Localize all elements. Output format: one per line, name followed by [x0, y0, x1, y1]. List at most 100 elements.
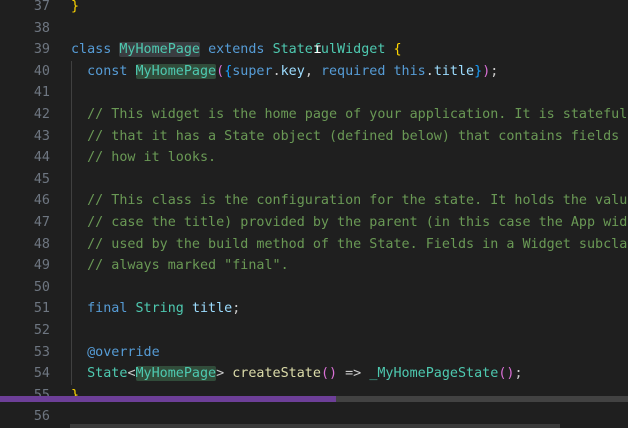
code-line[interactable]: 47 // case the title) provided by the pa… — [0, 212, 628, 234]
code-text: @override — [71, 342, 160, 364]
code-token: required — [320, 63, 394, 79]
horizontal-scrollbar[interactable] — [0, 396, 628, 402]
line-number: 44 — [33, 150, 50, 166]
code-text: final String title; — [71, 298, 240, 320]
code-text: // used by the build method of the State… — [71, 234, 628, 256]
code-token: super — [232, 63, 273, 79]
code-token: final — [87, 301, 136, 317]
line-number: 46 — [33, 193, 50, 209]
code-token: const — [87, 63, 136, 79]
code-text: // always marked "final". — [71, 255, 289, 277]
code-token: // used by the build method of the State… — [71, 236, 628, 252]
code-token: ; — [490, 63, 499, 79]
code-token: } — [474, 63, 483, 79]
code-line[interactable]: 48 // used by the build method of the St… — [0, 234, 628, 256]
line-number: 50 — [33, 279, 50, 295]
code-token: key — [280, 63, 305, 79]
line-number: 53 — [33, 344, 50, 360]
line-number: 56 — [33, 409, 50, 425]
code-line[interactable]: 37} — [0, 0, 628, 18]
code-line[interactable]: 53 @override — [0, 342, 628, 364]
code-text: // how it looks. — [71, 147, 216, 169]
code-token: , — [304, 63, 321, 79]
code-line[interactable]: 42 // This widget is the home page of yo… — [0, 104, 628, 126]
line-number: 38 — [33, 20, 50, 36]
scrollbar-thumb[interactable] — [0, 396, 336, 402]
code-token: ( — [216, 63, 225, 79]
code-token: > — [216, 366, 233, 382]
code-token: extends — [208, 42, 273, 58]
code-token: . — [272, 63, 281, 79]
code-line[interactable]: 52 — [0, 320, 628, 342]
code-token: // case the title) provided by the paren… — [87, 215, 628, 230]
line-number: 52 — [33, 323, 50, 338]
code-token: @override — [71, 344, 160, 360]
code-text: const MyHomePage({super.key, required th… — [71, 61, 498, 83]
line-number: 39 — [33, 42, 50, 58]
code-line[interactable]: 51 final String title; — [0, 298, 628, 320]
code-line[interactable]: 44 // how it looks. — [0, 147, 628, 169]
code-token: createState — [232, 366, 321, 382]
code-token: this — [393, 63, 426, 79]
code-line[interactable]: 40 const MyHomePage({super.key, required… — [0, 61, 628, 83]
code-token: ; — [232, 301, 241, 317]
code-token: MyHomePage — [119, 42, 200, 58]
code-editor[interactable]: 37} 38 39 class MyHomePage extends Stateful… — [0, 0, 628, 428]
line-number: 41 — [33, 85, 50, 101]
code-token: // always marked "final". — [71, 258, 289, 274]
code-token: () — [498, 366, 515, 382]
editor-bottom-scroll-area — [70, 424, 560, 428]
code-text: class MyHomePage extends StatefulWidget … — [71, 39, 402, 61]
code-token: () — [320, 366, 338, 382]
code-line[interactable]: 54 State<MyHomePage> createState() => _M… — [0, 363, 628, 385]
line-number: 48 — [33, 236, 50, 252]
code-line[interactable]: 50 — [0, 277, 628, 299]
scrollbar-track — [336, 396, 628, 402]
code-line[interactable]: 41 — [0, 82, 628, 104]
line-number: 45 — [33, 171, 50, 187]
line-number: 51 — [33, 301, 50, 317]
code-text: // that it has a State object (defined b… — [71, 126, 628, 148]
line-number: 42 — [33, 107, 50, 122]
code-token: // that it has a State object (defined b… — [87, 128, 628, 144]
code-token: State — [87, 366, 128, 382]
code-token: MyHomePage — [135, 366, 217, 382]
code-token: // how it looks. — [71, 150, 217, 166]
code-token: < — [127, 366, 136, 382]
code-line[interactable]: 38 — [0, 18, 628, 40]
line-number: 40 — [33, 63, 50, 79]
code-token: MyHomePage — [135, 63, 217, 79]
code-text: } — [71, 0, 79, 18]
code-token: } — [71, 0, 80, 14]
code-token: { — [393, 42, 402, 58]
code-token: _MyHomePageState — [369, 366, 499, 382]
line-number: 54 — [33, 366, 50, 382]
line-number: 43 — [33, 128, 50, 144]
code-line[interactable]: 43 // that it has a State object (define… — [0, 126, 628, 148]
code-line[interactable]: 49 // always marked "final". — [0, 255, 628, 277]
text-cursor-icon: ⌶ — [314, 42, 322, 56]
code-text: // This widget is the home page of your … — [71, 104, 628, 126]
code-line[interactable]: 45 — [0, 169, 628, 191]
code-token: StatefulWidget — [272, 42, 386, 58]
code-line[interactable]: 46 // This class is the configuration fo… — [0, 190, 628, 212]
code-text: State<MyHomePage> createState() => _MyHo… — [71, 363, 523, 385]
code-token: // This class is the configuration for t… — [87, 193, 628, 209]
line-number: 37 — [33, 0, 50, 14]
line-number: 47 — [33, 215, 50, 230]
code-token: ; — [514, 366, 523, 382]
code-text: // case the title) provided by the paren… — [71, 212, 628, 234]
code-text: // This class is the configuration for t… — [71, 190, 628, 212]
code-token: . — [425, 63, 434, 79]
code-token: title — [191, 301, 233, 317]
code-token: // This widget is the home page of your … — [87, 107, 628, 122]
code-token: => — [337, 366, 370, 382]
code-token: String — [135, 301, 184, 317]
code-token: class — [71, 42, 120, 58]
code-token: title — [433, 63, 475, 79]
